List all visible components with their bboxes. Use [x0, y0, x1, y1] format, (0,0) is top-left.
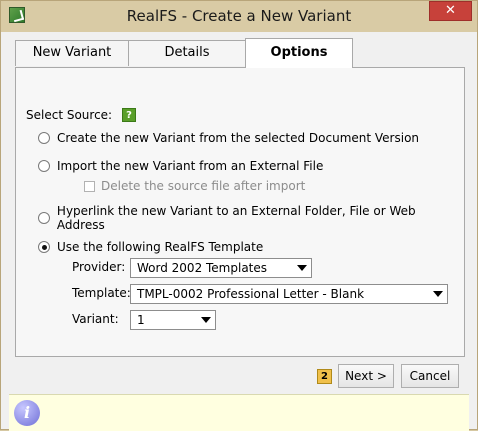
- cancel-button[interactable]: Cancel: [401, 364, 459, 388]
- radio-import-external[interactable]: Import the new Variant from an External …: [38, 158, 323, 174]
- chevron-down-icon[interactable]: [297, 265, 307, 271]
- radio-hyperlink[interactable]: Hyperlink the new Variant to an External…: [38, 204, 464, 232]
- dialog-content: New Variant Details Options Select Sourc…: [9, 32, 469, 431]
- next-button[interactable]: Next >: [338, 364, 394, 388]
- provider-label: Provider:: [72, 260, 126, 274]
- info-bar: i: [9, 394, 469, 431]
- delete-source-label: Delete the source file after import: [101, 179, 306, 193]
- delete-source-option[interactable]: Delete the source file after import: [84, 179, 305, 193]
- tab-options[interactable]: Options: [245, 38, 353, 68]
- step-badge: 2: [317, 369, 332, 384]
- template-value: TMPL-0002 Professional Letter - Blank: [137, 287, 365, 301]
- provider-value: Word 2002 Templates: [137, 261, 268, 275]
- radio-button[interactable]: [38, 132, 50, 144]
- radio-label: Use the following RealFS Template: [57, 240, 264, 254]
- info-icon: i: [14, 400, 40, 426]
- tab-details[interactable]: Details: [128, 40, 246, 66]
- chevron-down-icon[interactable]: [201, 317, 211, 323]
- radio-label: Create the new Variant from the selected…: [57, 131, 420, 145]
- radio-use-template[interactable]: Use the following RealFS Template: [38, 239, 263, 255]
- close-button[interactable]: ✕: [429, 1, 472, 21]
- radio-button[interactable]: [38, 160, 50, 172]
- help-icon[interactable]: ?: [122, 108, 136, 122]
- select-source-label: Select Source:: [26, 108, 113, 122]
- radio-button-selected[interactable]: [38, 241, 50, 253]
- window-title: RealFS - Create a New Variant: [126, 7, 352, 25]
- dialog-window: RealFS - Create a New Variant ✕ New Vari…: [0, 0, 478, 431]
- radio-label: Hyperlink the new Variant to an External…: [56, 204, 416, 232]
- chevron-down-icon[interactable]: [433, 291, 443, 297]
- template-select[interactable]: TMPL-0002 Professional Letter - Blank: [130, 284, 448, 304]
- title-bar[interactable]: RealFS - Create a New Variant ✕: [1, 1, 477, 32]
- radio-button[interactable]: [38, 212, 50, 224]
- radio-label: Import the new Variant from an External …: [57, 159, 324, 173]
- provider-select[interactable]: Word 2002 Templates: [130, 258, 312, 278]
- delete-source-checkbox[interactable]: [84, 180, 95, 192]
- template-label: Template:: [72, 286, 131, 300]
- variant-value: 1: [137, 313, 145, 327]
- radio-create-from-version[interactable]: Create the new Variant from the selected…: [38, 130, 419, 146]
- variant-select[interactable]: 1: [130, 310, 216, 330]
- tab-new-variant[interactable]: New Variant: [15, 40, 129, 66]
- variant-label: Variant:: [72, 312, 119, 326]
- options-panel: Select Source: ? Create the new Variant …: [15, 67, 465, 357]
